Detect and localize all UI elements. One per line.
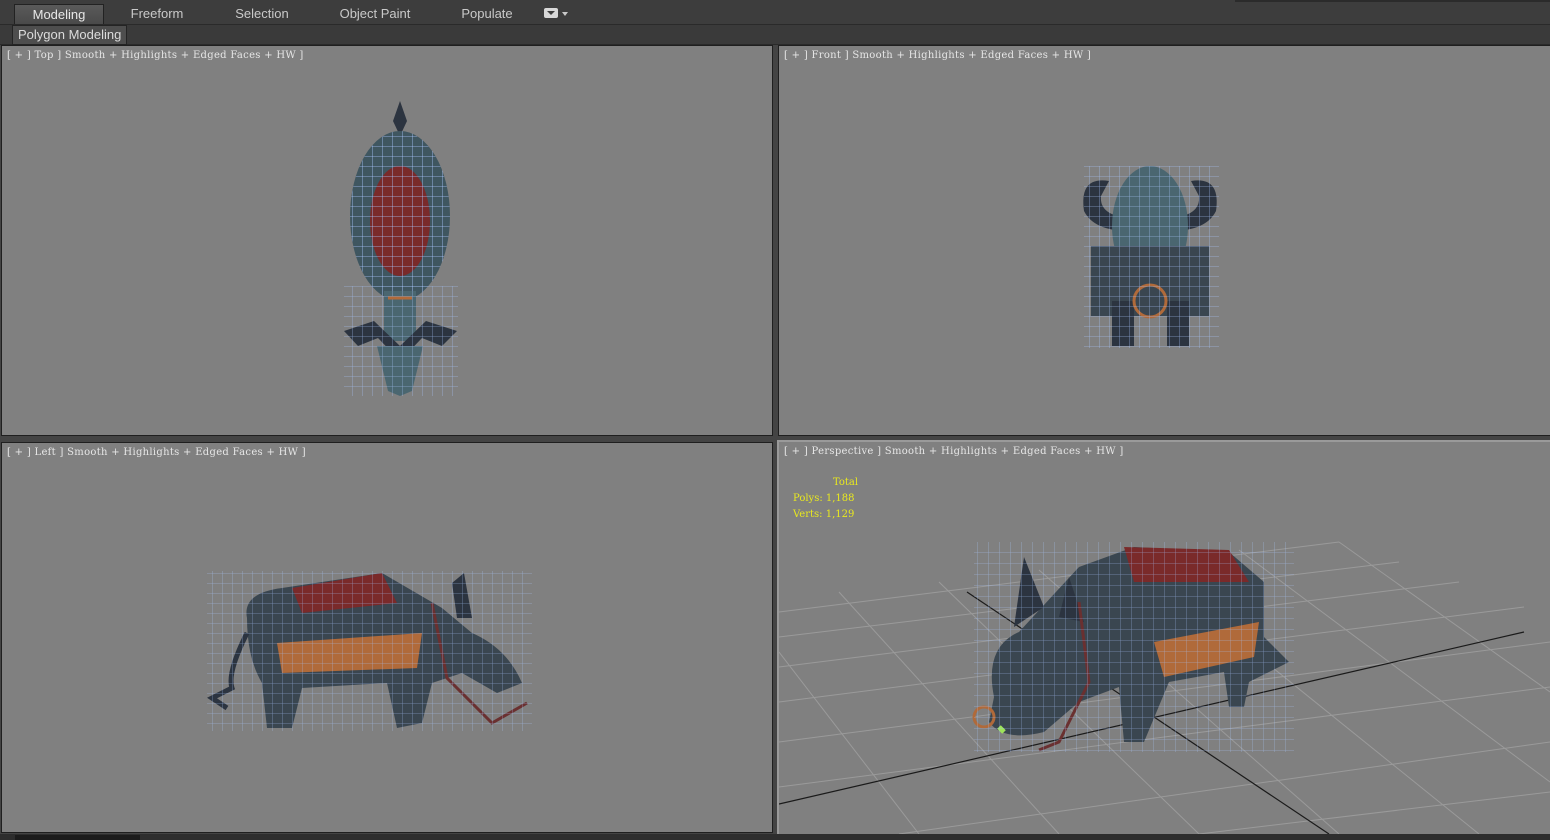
chevron-down-icon[interactable] xyxy=(562,12,568,16)
tab-populate[interactable]: Populate xyxy=(442,4,532,23)
top-view-model xyxy=(344,101,458,396)
tab-freeform[interactable]: Freeform xyxy=(112,4,202,23)
polygon-modeling-button[interactable]: Polygon Modeling xyxy=(12,25,128,45)
viewport-top[interactable]: [ + ] Top ] Smooth + Highlights + Edged … xyxy=(1,45,773,436)
tab-bar-edge xyxy=(1235,0,1550,2)
viewport-left[interactable]: [ + ] Left ] Smooth + Highlights + Edged… xyxy=(1,442,773,833)
perspective-view-model xyxy=(972,542,1294,752)
ox-model-left xyxy=(207,571,532,731)
tab-selection[interactable]: Selection xyxy=(217,4,307,23)
time-slider[interactable] xyxy=(15,835,140,840)
ribbon-tab-bar: Modeling Freeform Selection Object Paint… xyxy=(0,0,1550,25)
ox-model-front xyxy=(1083,166,1219,348)
ribbon-panel: Polygon Modeling xyxy=(0,25,1550,45)
tab-modeling[interactable]: Modeling xyxy=(14,4,104,24)
viewport-front[interactable]: [ + ] Front ] Smooth + Highlights + Edge… xyxy=(778,45,1550,436)
left-view-model xyxy=(207,571,532,731)
viewport-perspective[interactable]: [ + ] Perspective ] Smooth + Highlights … xyxy=(777,440,1550,836)
front-view-model xyxy=(1083,166,1219,348)
ox-model-top xyxy=(344,101,458,396)
viewport-dropdown-icon[interactable] xyxy=(544,8,558,18)
tab-object-paint[interactable]: Object Paint xyxy=(330,4,420,23)
status-bar xyxy=(0,834,1550,840)
ox-model-perspective xyxy=(972,542,1294,752)
